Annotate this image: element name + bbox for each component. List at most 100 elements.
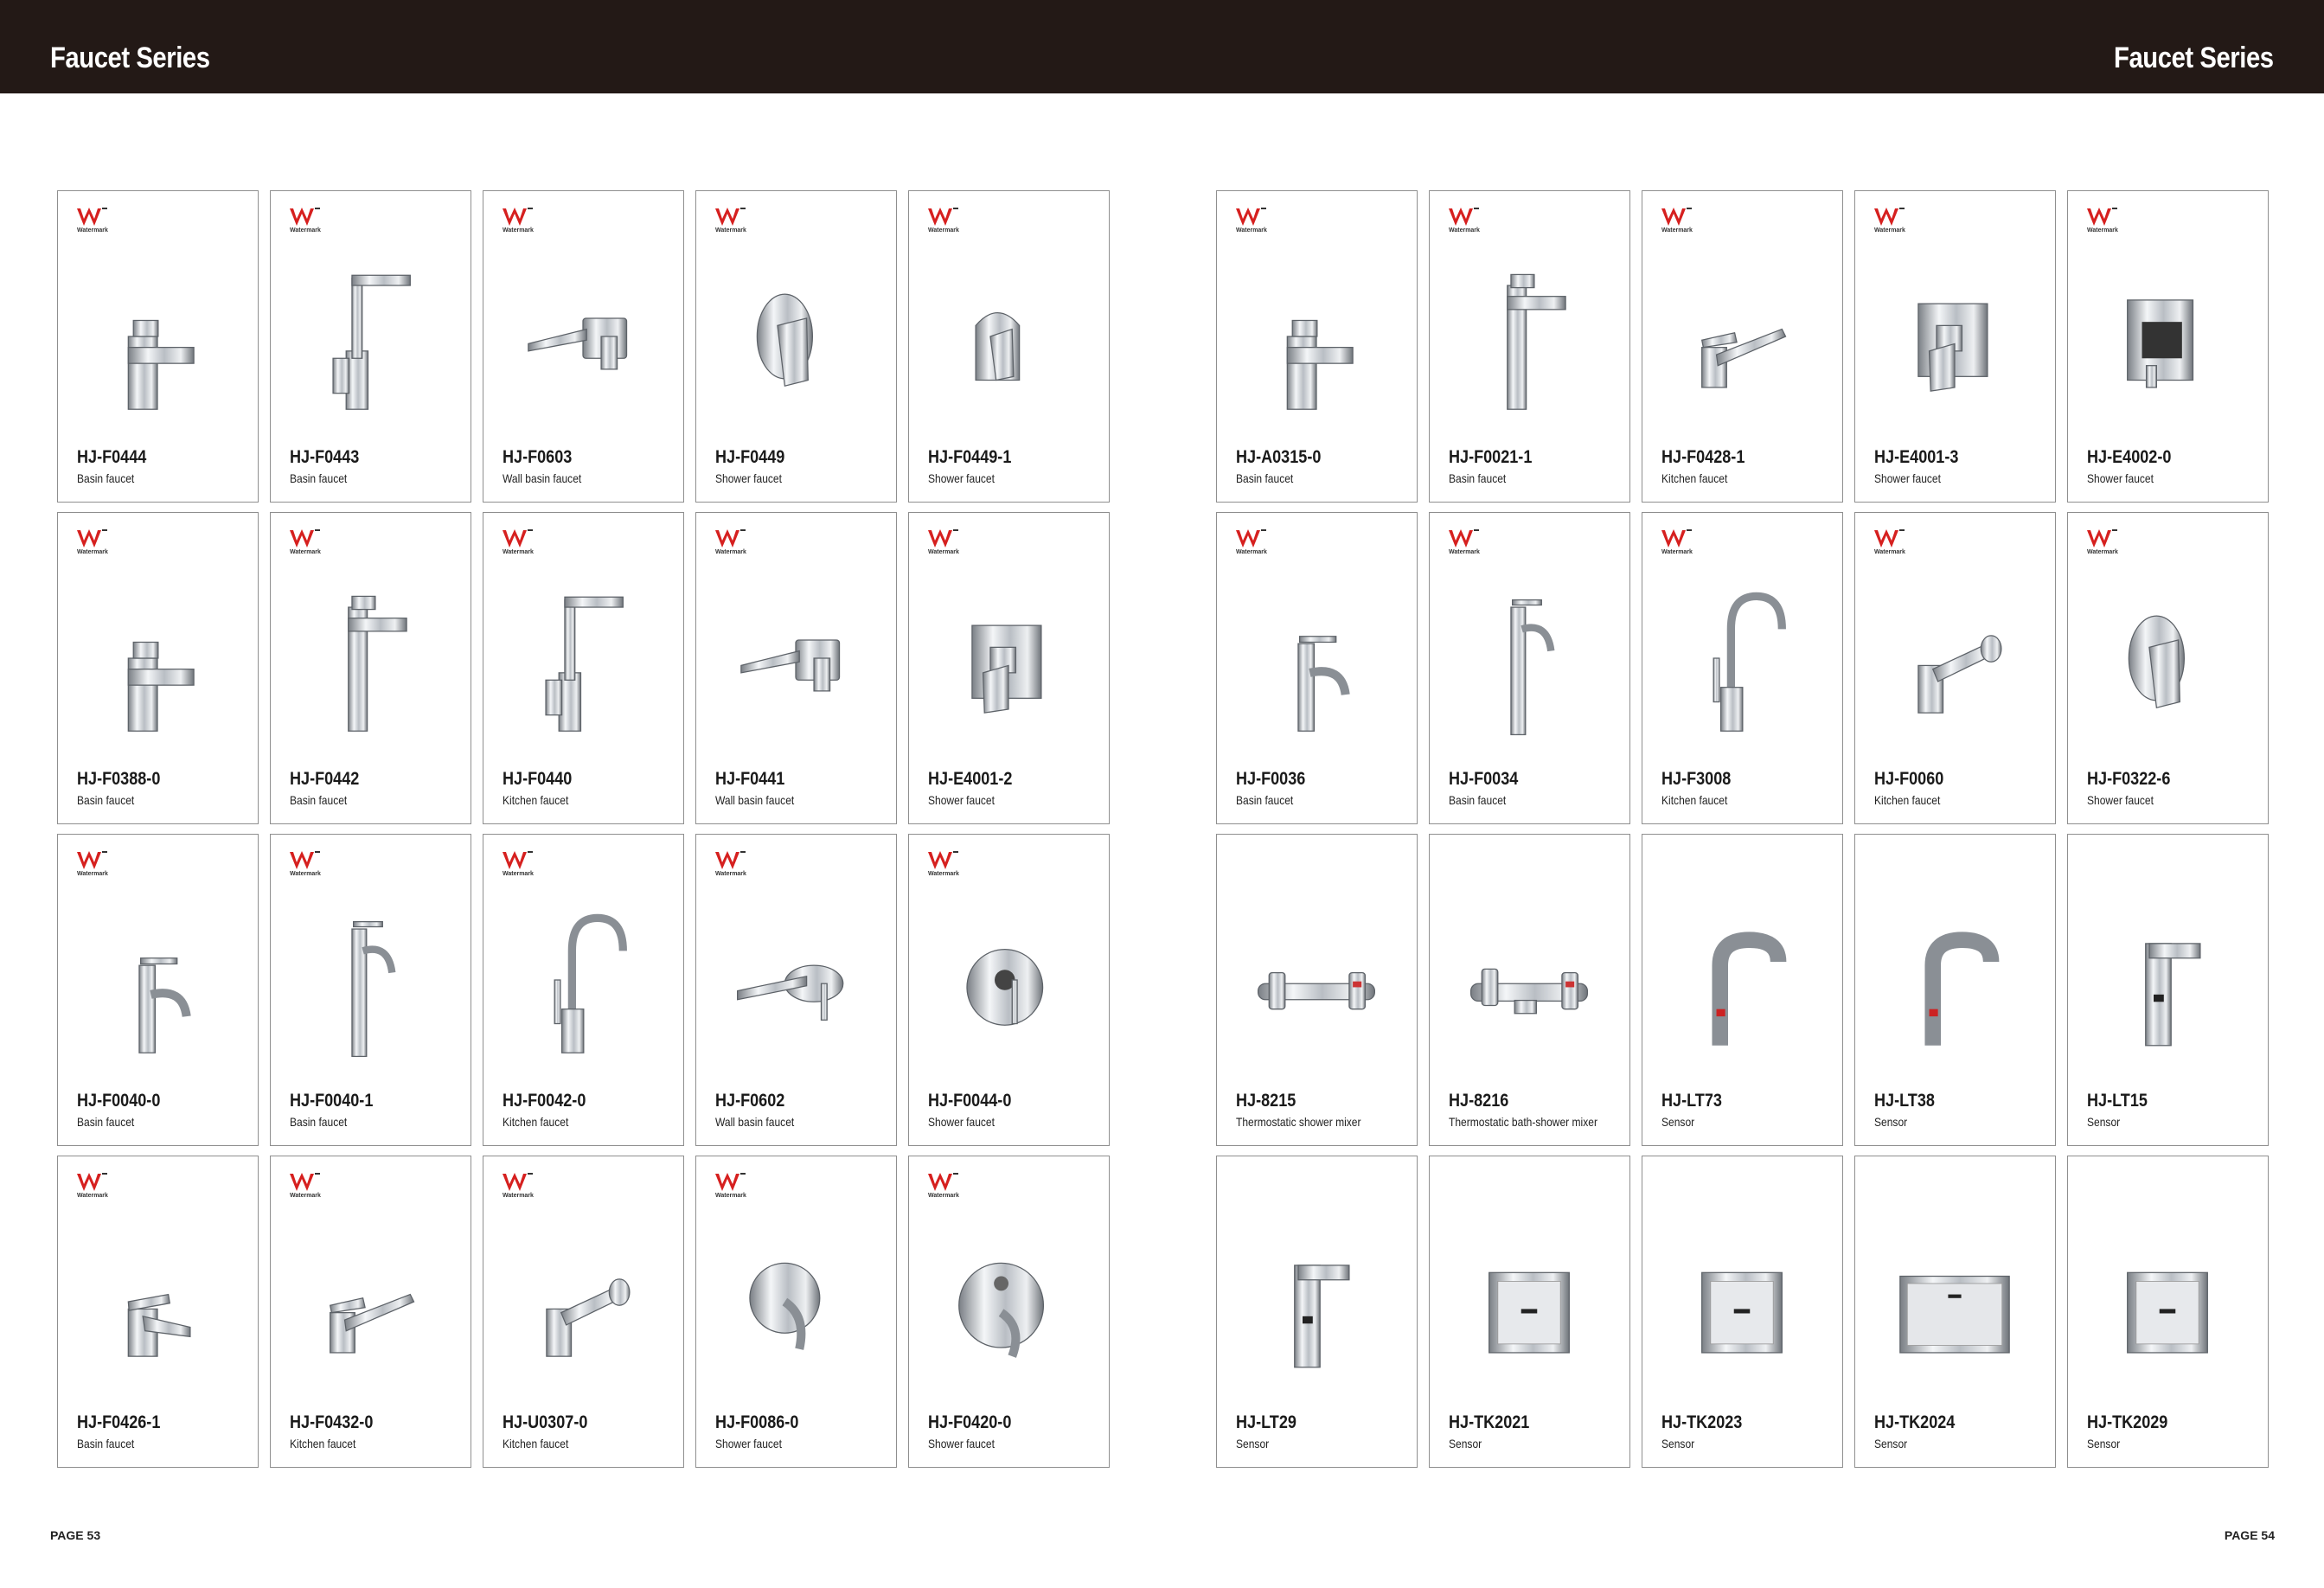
watermark-logo-icon: [1234, 205, 1272, 240]
watermark-logo-icon: [75, 527, 113, 561]
product-description: Shower faucet: [928, 793, 995, 807]
product-model: HJ-F0440: [503, 769, 573, 789]
product-description: Kitchen faucet: [290, 1437, 356, 1450]
product-description: Kitchen faucet: [1661, 471, 1728, 485]
product-description: Wall basin faucet: [715, 793, 795, 807]
watermark-logo-icon: [1660, 527, 1698, 561]
watermark-logo-icon: [926, 527, 964, 561]
product-model: HJ-F0449: [715, 447, 785, 467]
watermark-logo-icon: [926, 848, 964, 883]
watermark-logo-icon: [75, 1170, 113, 1205]
product-description: Kitchen faucet: [503, 1437, 569, 1450]
product-model: HJ-F0044-0: [928, 1091, 1012, 1111]
shower-mixer-square-icon: [939, 563, 1078, 753]
product-card: Watermark HJ-E4002-0 Shower faucet: [2067, 190, 2269, 503]
product-model: HJ-U0307-0: [503, 1412, 588, 1432]
product-description: Basin faucet: [1449, 471, 1507, 485]
tall-square-kitchen-faucet-icon: [301, 241, 439, 432]
watermark-logo-icon: [288, 1170, 326, 1205]
product-card: Watermark HJ-F0444 Basin faucet: [57, 190, 259, 503]
watermark-logo-icon: [75, 848, 113, 883]
product-description: Basin faucet: [77, 471, 135, 485]
product-model: HJ-F0021-1: [1449, 447, 1533, 467]
wall-spout-icon: [514, 241, 652, 432]
product-card: Watermark HJ-F0388-0 Basin faucet: [57, 512, 259, 824]
product-card: HJ-TK2021 Sensor: [1429, 1156, 1630, 1468]
round-basin-faucet-icon: [1247, 563, 1386, 753]
product-model: HJ-E4002-0: [2087, 447, 2172, 467]
watermark-label: Watermark: [928, 227, 959, 234]
watermark-logo-icon: [1660, 205, 1698, 240]
product-description: Basin faucet: [1449, 793, 1507, 807]
gooseneck-kitchen-faucet-icon: [1673, 563, 1811, 753]
watermark-label: Watermark: [1449, 549, 1480, 555]
product-card: Watermark HJ-F0449 Shower faucet: [695, 190, 897, 503]
watermark-label: Watermark: [290, 549, 321, 555]
watermark-logo-icon: [1873, 205, 1911, 240]
product-description: Basin faucet: [1236, 471, 1294, 485]
product-card: Watermark HJ-F0040-1 Basin faucet: [270, 834, 471, 1146]
product-card: Watermark HJ-F0040-0 Basin faucet: [57, 834, 259, 1146]
page-number-right: PAGE 54: [2224, 1528, 2275, 1542]
product-card: Watermark HJ-A0315-0 Basin faucet: [1216, 190, 1418, 503]
shower-diverter-square-icon: [2098, 241, 2237, 432]
product-card: Watermark HJ-F0034 Basin faucet: [1429, 512, 1630, 824]
product-card: HJ-TK2023 Sensor: [1642, 1156, 1843, 1468]
product-description: Kitchen faucet: [503, 1115, 569, 1129]
product-description: Shower faucet: [928, 1437, 995, 1450]
square-kitchen-faucet-icon: [514, 563, 652, 753]
product-description: Wall basin faucet: [715, 1115, 795, 1129]
product-model: HJ-F0420-0: [928, 1412, 1012, 1432]
product-description: Sensor: [1661, 1115, 1695, 1129]
square-basin-faucet-icon: [88, 563, 227, 753]
shower-mixer-square-icon: [1885, 241, 2024, 432]
product-description: Sensor: [1449, 1437, 1482, 1450]
product-description: Basin faucet: [290, 793, 348, 807]
tall-round-basin-faucet-icon: [1460, 563, 1598, 753]
product-description: Shower faucet: [2087, 793, 2154, 807]
sensor-panel-icon: [1673, 1207, 1811, 1397]
lever-basin-faucet-icon: [88, 1207, 227, 1397]
product-description: Shower faucet: [928, 471, 995, 485]
watermark-label: Watermark: [928, 1193, 959, 1199]
sensor-faucet-icon: [1673, 885, 1811, 1075]
product-model: HJ-F0040-0: [77, 1091, 161, 1111]
product-model: HJ-F0086-0: [715, 1412, 799, 1432]
product-model: HJ-8216: [1449, 1091, 1509, 1111]
product-description: Sensor: [1661, 1437, 1695, 1450]
watermark-label: Watermark: [928, 871, 959, 877]
watermark-logo-icon: [714, 1170, 752, 1205]
product-description: Shower faucet: [715, 471, 782, 485]
product-description: Shower faucet: [1874, 471, 1941, 485]
shower-mixer-oval-icon: [2098, 563, 2237, 753]
product-card: Watermark HJ-F0440 Kitchen faucet: [483, 512, 684, 824]
product-card: Watermark HJ-E4001-2 Shower faucet: [908, 512, 1110, 824]
product-card: HJ-LT29 Sensor: [1216, 1156, 1418, 1468]
sensor-panel-icon: [2098, 1207, 2237, 1397]
product-model: HJ-F0603: [503, 447, 573, 467]
product-model: HJ-TK2029: [2087, 1412, 2168, 1432]
watermark-logo-icon: [714, 527, 752, 561]
product-card: Watermark HJ-F0449-1 Shower faucet: [908, 190, 1110, 503]
watermark-label: Watermark: [290, 227, 321, 234]
product-card: Watermark HJ-F0021-1 Basin faucet: [1429, 190, 1630, 503]
watermark-label: Watermark: [1449, 227, 1480, 234]
watermark-label: Watermark: [290, 871, 321, 877]
product-card: HJ-TK2024 Sensor: [1854, 1156, 2056, 1468]
watermark-label: Watermark: [2087, 227, 2118, 234]
watermark-logo-icon: [1447, 527, 1485, 561]
product-description: Shower faucet: [715, 1437, 782, 1450]
watermark-label: Watermark: [503, 549, 534, 555]
watermark-logo-icon: [1447, 205, 1485, 240]
tall-square-basin-faucet-icon: [301, 563, 439, 753]
product-card: Watermark HJ-F0443 Basin faucet: [270, 190, 471, 503]
product-description: Basin faucet: [77, 1115, 135, 1129]
shower-mixer-oval-icon: [727, 241, 865, 432]
product-description: Wall basin faucet: [503, 471, 582, 485]
watermark-logo-icon: [288, 205, 326, 240]
sensor-faucet-square-icon: [1247, 1207, 1386, 1397]
product-model: HJ-TK2024: [1874, 1412, 1956, 1432]
tall-round-basin-faucet-icon: [301, 885, 439, 1075]
product-card: Watermark HJ-F0442 Basin faucet: [270, 512, 471, 824]
product-model: HJ-F0388-0: [77, 769, 161, 789]
